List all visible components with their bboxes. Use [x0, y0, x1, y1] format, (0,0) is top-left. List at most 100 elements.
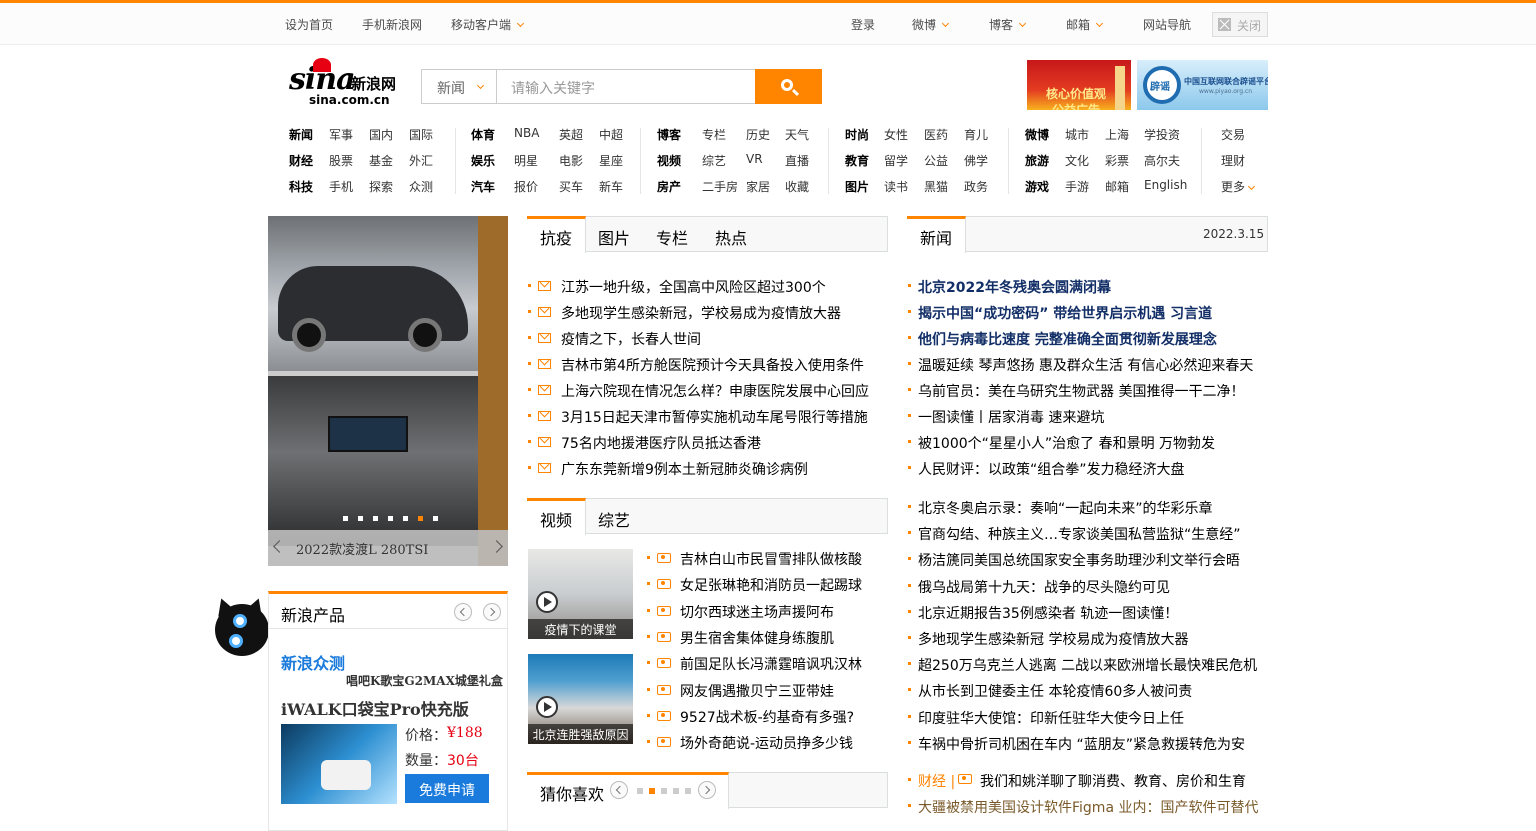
news-link[interactable]: 多地现学生感染新冠 学校易成为疫情放大器 — [918, 629, 1188, 649]
close-button[interactable]: 关闭 — [1212, 12, 1268, 37]
nav-link-col5-2-1[interactable]: 手游 — [1065, 178, 1089, 195]
tab-hot[interactable]: 热点 — [715, 225, 747, 249]
nav-link-col3-1-0[interactable]: 视频 — [657, 152, 681, 169]
tab-video[interactable]: 视频 — [540, 507, 572, 531]
nav-link-col1-1-2[interactable]: 基金 — [369, 152, 393, 169]
epidemic-news-link[interactable]: 3月15日起天津市暂停实施机动车尾号限行等措施 — [561, 407, 868, 427]
news-link[interactable]: 从市长到卫健委主任 本轮疫情60多人被问责 — [918, 681, 1192, 701]
site-nav-link[interactable]: 网站导航 — [1143, 16, 1191, 33]
news-link[interactable]: 北京冬奥启示录：奏响“一起向未来”的华彩乐章 — [918, 498, 1213, 518]
nav-link-col1-2-2[interactable]: 探索 — [369, 178, 393, 195]
headline-link[interactable]: 北京2022年冬残奥会圆满闭幕 — [918, 277, 1111, 297]
news-link[interactable]: 杨洁篪同美国总统国家安全事务助理沙利文举行会晤 — [918, 550, 1240, 570]
nav-link-col1-1-1[interactable]: 股票 — [329, 152, 353, 169]
sina-logo[interactable]: sina 新浪网 sina.com.cn — [289, 58, 399, 108]
nav-link-col5-1-3[interactable]: 高尔夫 — [1144, 152, 1180, 169]
news-link[interactable]: 官商勾结、种族主义…专家谈美国私营监狱“生意经” — [918, 524, 1241, 544]
page-dot-active[interactable] — [649, 788, 655, 794]
piyao-ad[interactable]: 辟谣 中国互联网联合辟谣平台 www.piyao.org.cn — [1137, 60, 1268, 110]
nav-link-col4-0-2[interactable]: 医药 — [924, 126, 948, 143]
nav-link-col5-2-3[interactable]: English — [1144, 178, 1187, 192]
nav-link-col6-0[interactable]: 交易 — [1221, 126, 1245, 143]
blog-dropdown[interactable]: 博客 — [989, 16, 1027, 33]
page-dot[interactable] — [673, 788, 679, 794]
page-dot[interactable] — [685, 788, 691, 794]
slide-dot-active[interactable] — [418, 516, 423, 521]
nav-link-col1-2-0[interactable]: 科技 — [289, 178, 313, 195]
nav-link-col4-1-3[interactable]: 佛学 — [964, 152, 988, 169]
headline-link[interactable]: 揭示中国“成功密码” 带给世界启示机遇 习言道 — [918, 303, 1212, 323]
nav-link-col5-1-0[interactable]: 旅游 — [1025, 152, 1049, 169]
nav-link-col5-0-2[interactable]: 上海 — [1105, 126, 1129, 143]
news-link[interactable]: 大疆被禁用美国设计软件Figma 业内：国产软件可替代 — [918, 797, 1258, 817]
prev-button[interactable] — [610, 781, 628, 799]
video-news-link[interactable]: 男生宿舍集体健身练腹肌 — [680, 628, 834, 648]
nav-link-col2-2-2[interactable]: 买车 — [559, 178, 583, 195]
nav-link-col1-0-1[interactable]: 军事 — [329, 126, 353, 143]
news-link[interactable]: 一图读懂丨居家消毒 速来避坑 — [918, 407, 1104, 427]
nav-link-col4-0-1[interactable]: 女性 — [884, 126, 908, 143]
nav-link-col2-1-1[interactable]: 明星 — [514, 152, 538, 169]
news-link[interactable]: 乌前官员：美在乌研究生物武器 美国推得一干二净！ — [918, 381, 1244, 401]
nav-link-col5-0-0[interactable]: 微博 — [1025, 126, 1049, 143]
epidemic-news-link[interactable]: 75名内地援港医疗队员抵达香港 — [561, 433, 761, 453]
mobile-client-dropdown[interactable]: 移动客户端 — [451, 16, 525, 33]
slide-dot[interactable] — [388, 516, 393, 521]
nav-link-col3-0-3[interactable]: 天气 — [785, 126, 809, 143]
nav-link-col4-2-2[interactable]: 黑猫 — [924, 178, 948, 195]
nav-link-col3-2-3[interactable]: 收藏 — [785, 178, 809, 195]
product-name[interactable]: iWALK口袋宝Pro快充版 — [281, 696, 469, 720]
nav-link-col5-0-1[interactable]: 城市 — [1065, 126, 1089, 143]
nav-link-col2-0-3[interactable]: 中超 — [599, 126, 623, 143]
epidemic-news-link[interactable]: 江苏一地升级，全国高中风险区超过300个 — [561, 277, 826, 297]
nav-link-col4-1-0[interactable]: 教育 — [845, 152, 869, 169]
chevron-left-icon[interactable] — [273, 540, 286, 553]
tab-news[interactable]: 新闻 — [920, 225, 952, 249]
nav-link-col4-2-0[interactable]: 图片 — [845, 178, 869, 195]
nav-link-col3-1-3[interactable]: 直播 — [785, 152, 809, 169]
nav-link-col6-1[interactable]: 理财 — [1221, 152, 1245, 169]
epidemic-news-link[interactable]: 疫情之下，长春人世间 — [561, 329, 701, 349]
page-dot[interactable] — [637, 788, 643, 794]
video-news-link[interactable]: 前国足队长冯潇霆暗讽巩汉林 — [680, 654, 862, 674]
nav-link-col3-0-1[interactable]: 专栏 — [702, 126, 726, 143]
nav-link-col1-0-0[interactable]: 新闻 — [289, 126, 313, 143]
nav-link-col3-0-2[interactable]: 历史 — [746, 126, 770, 143]
set-home-link[interactable]: 设为首页 — [285, 16, 333, 33]
epidemic-news-link[interactable]: 上海六院现在情况怎么样？申康医院发展中心回应 — [561, 381, 869, 401]
promo-link[interactable]: 唱吧K歌宝G2MAX城堡礼盒 — [346, 672, 503, 689]
nav-link-col6-2[interactable]: 更多 — [1221, 178, 1245, 195]
nav-link-col2-0-2[interactable]: 英超 — [559, 126, 583, 143]
nav-link-col5-1-2[interactable]: 彩票 — [1105, 152, 1129, 169]
nav-link-col2-2-1[interactable]: 报价 — [514, 178, 538, 195]
public-service-ad[interactable]: 核心价值观 公益广告 — [1027, 60, 1131, 110]
prev-button[interactable] — [454, 603, 472, 621]
news-link[interactable]: 超250万乌克兰人逃离 二战以来欧洲增长最快难民危机 — [918, 655, 1257, 675]
nav-link-col4-1-2[interactable]: 公益 — [924, 152, 948, 169]
nav-link-col5-2-0[interactable]: 游戏 — [1025, 178, 1049, 195]
mobile-sina-link[interactable]: 手机新浪网 — [362, 16, 422, 33]
video-thumbnail[interactable]: 北京连胜强敌原因 — [528, 654, 633, 744]
free-apply-button[interactable]: 免费申请 — [405, 774, 489, 803]
slide-dot[interactable] — [373, 516, 378, 521]
mail-dropdown[interactable]: 邮箱 — [1066, 16, 1104, 33]
nav-link-col5-0-3[interactable]: 学投资 — [1144, 126, 1180, 143]
nav-link-col4-1-1[interactable]: 留学 — [884, 152, 908, 169]
weibo-dropdown[interactable]: 微博 — [912, 16, 950, 33]
nav-link-col4-2-1[interactable]: 读书 — [884, 178, 908, 195]
nav-link-col2-1-2[interactable]: 电影 — [559, 152, 583, 169]
headline-link[interactable]: 他们与病毒比速度 完整准确全面贯彻新发展理念 — [918, 329, 1217, 349]
chevron-right-icon[interactable] — [490, 540, 503, 553]
nav-link-col3-1-1[interactable]: 综艺 — [702, 152, 726, 169]
finance-news-link[interactable]: 我们和姚洋聊了聊消费、教育、房价和生育 — [980, 771, 1246, 791]
news-link[interactable]: 印度驻华大使馆：印新任驻华大使今日上任 — [918, 708, 1184, 728]
video-news-link[interactable]: 场外奇葩说-运动员挣多少钱 — [680, 733, 853, 753]
next-button[interactable] — [483, 603, 501, 621]
tab-columns[interactable]: 专栏 — [656, 225, 688, 249]
nav-link-col3-2-2[interactable]: 家居 — [746, 178, 770, 195]
next-button[interactable] — [698, 781, 716, 799]
nav-link-col4-2-3[interactable]: 政务 — [964, 178, 988, 195]
product-image[interactable] — [281, 724, 397, 804]
nav-link-col4-0-0[interactable]: 时尚 — [845, 126, 869, 143]
slide-dot[interactable] — [433, 516, 438, 521]
